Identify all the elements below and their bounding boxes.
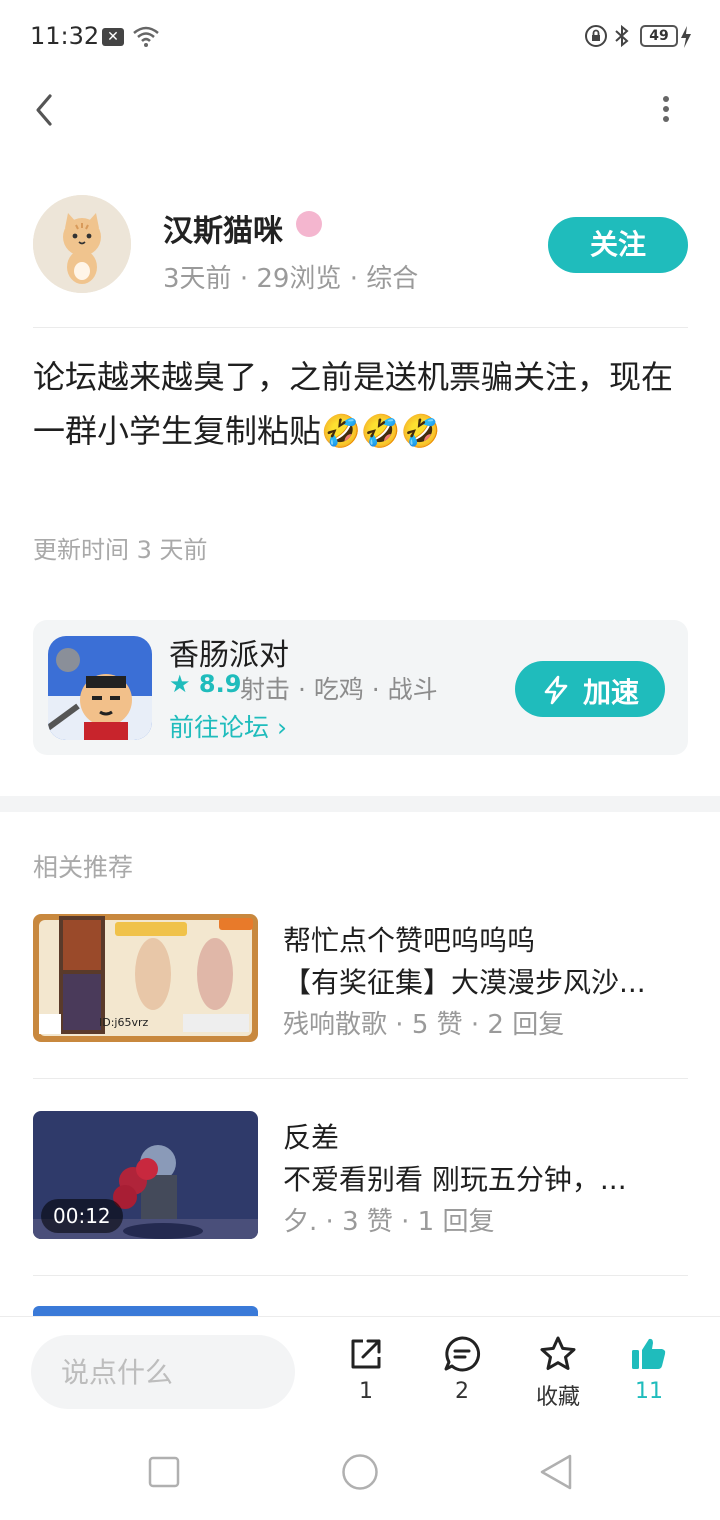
star-outline-icon xyxy=(540,1336,576,1370)
post-meta: 3天前 · 29浏览 · 综合 xyxy=(163,258,418,295)
thumb-text: ID:j65vrz xyxy=(99,1016,149,1029)
post-author: 夕. xyxy=(283,1207,318,1237)
share-icon xyxy=(351,1339,381,1369)
more-vertical-icon[interactable] xyxy=(652,94,680,124)
list-item[interactable]: 00:12 反差 不爱看别看 刚玩五分钟，... 夕. · 3 赞 · 1 回复 xyxy=(33,1111,688,1239)
lightning-icon xyxy=(544,675,568,705)
game-name[interactable]: 香肠派对 xyxy=(169,630,289,674)
post-thumbnail: ID:j65vrz xyxy=(33,914,258,1042)
post-author: 残响散歌 xyxy=(283,1010,388,1040)
forum-link[interactable]: 前往论坛 › xyxy=(169,708,287,744)
divider xyxy=(33,1275,688,1276)
lock-rotation-icon xyxy=(585,25,607,47)
partial-thumbnail xyxy=(33,1306,258,1316)
share-button[interactable]: 1 xyxy=(331,1335,401,1415)
meta-separator: · xyxy=(401,1207,418,1237)
post-meta: 夕. · 3 赞 · 1 回复 xyxy=(283,1201,494,1238)
system-nav-bar xyxy=(0,1426,720,1520)
post-time: 3天前 xyxy=(163,264,232,294)
charging-icon xyxy=(681,26,691,48)
post-body: 论坛越来越臭了，之前是送机票骗关注，现在一群小学生复制粘贴🤣🤣🤣 xyxy=(33,358,674,450)
post-category: 综合 xyxy=(366,264,419,294)
comment-input[interactable] xyxy=(31,1335,295,1409)
avatar[interactable] xyxy=(33,195,131,293)
post-subtitle: 不爱看别看 刚玩五分钟，... xyxy=(283,1163,627,1196)
back-triangle-icon[interactable] xyxy=(538,1453,574,1491)
like-count: 11 xyxy=(635,1379,663,1404)
status-time: 11:32 xyxy=(30,22,100,50)
thumbs-up-icon xyxy=(632,1338,666,1369)
divider xyxy=(33,327,688,328)
share-count: 1 xyxy=(359,1379,373,1404)
status-bar: 11:32 ✕ 49 xyxy=(0,0,720,72)
game-card[interactable]: 香肠派对 ★ 8.9 射击 · 吃鸡 · 战斗 前往论坛 › 加速 xyxy=(33,620,688,755)
post-title: 反差 xyxy=(283,1121,340,1154)
divider xyxy=(33,1078,688,1079)
comment-count: 2 xyxy=(455,1379,469,1404)
meta-separator: · xyxy=(395,1010,412,1040)
post-views: 29浏览 xyxy=(256,264,342,294)
favorite-label: 收藏 xyxy=(535,1385,580,1410)
game-tags: 射击 · 吃鸡 · 战斗 xyxy=(240,675,438,704)
speed-up-button[interactable]: 加速 xyxy=(515,661,665,717)
post-subtitle: 【有奖征集】大漠漫步风沙... xyxy=(283,966,646,999)
game-rating: ★ 8.9 xyxy=(169,670,241,698)
video-thumbnail: 00:12 xyxy=(33,1111,258,1239)
section-gap xyxy=(0,796,720,812)
cat-avatar-icon xyxy=(33,195,131,293)
author-name[interactable]: 汉斯猫咪 xyxy=(163,206,283,250)
comment-button[interactable]: 2 xyxy=(427,1335,497,1415)
post-replies: 2 回复 xyxy=(487,1010,565,1040)
recents-icon[interactable] xyxy=(148,1456,180,1488)
meta-separator: · xyxy=(325,1207,343,1237)
game-rating-value: 8.9 xyxy=(198,670,242,698)
update-time: 更新时间 3 天前 xyxy=(33,536,208,564)
chevron-left-icon[interactable] xyxy=(30,90,62,130)
comment-icon xyxy=(444,1336,481,1372)
bottom-action-bar: 1 2 收藏 11 xyxy=(0,1316,720,1426)
forum-link-label: 前往论坛 xyxy=(169,713,270,742)
meta-separator: · xyxy=(349,264,367,294)
post-title: 帮忙点个赞吧呜呜呜 xyxy=(283,924,536,957)
post-likes: 3 赞 xyxy=(342,1207,393,1237)
favorite-button[interactable]: 收藏 xyxy=(523,1335,593,1415)
game-icon xyxy=(48,636,152,740)
speed-up-label: 加速 xyxy=(583,676,640,709)
recommend-title: 相关推荐 xyxy=(33,853,134,882)
wifi-icon xyxy=(133,26,159,47)
post-replies: 1 回复 xyxy=(417,1207,495,1237)
list-item[interactable]: ID:j65vrz 帮忙点个赞吧呜呜呜 【有奖征集】大漠漫步风沙... 残响散歌… xyxy=(33,914,688,1042)
star-icon: ★ xyxy=(169,670,191,698)
close-notification-icon: ✕ xyxy=(102,28,124,46)
video-duration: 00:12 xyxy=(41,1199,123,1233)
post-likes: 5 赞 xyxy=(411,1010,463,1040)
chevron-right-icon: › xyxy=(276,713,287,742)
follow-button[interactable]: 关注 xyxy=(548,217,688,273)
like-button[interactable]: 11 xyxy=(614,1335,684,1415)
bluetooth-icon xyxy=(615,24,629,48)
meta-separator: · xyxy=(470,1010,488,1040)
post-meta: 残响散歌 · 5 赞 · 2 回复 xyxy=(283,1004,564,1041)
author-badge-icon xyxy=(296,211,322,237)
home-icon[interactable] xyxy=(341,1453,379,1491)
battery-icon: 49 xyxy=(640,25,678,47)
meta-separator: · xyxy=(239,264,257,294)
